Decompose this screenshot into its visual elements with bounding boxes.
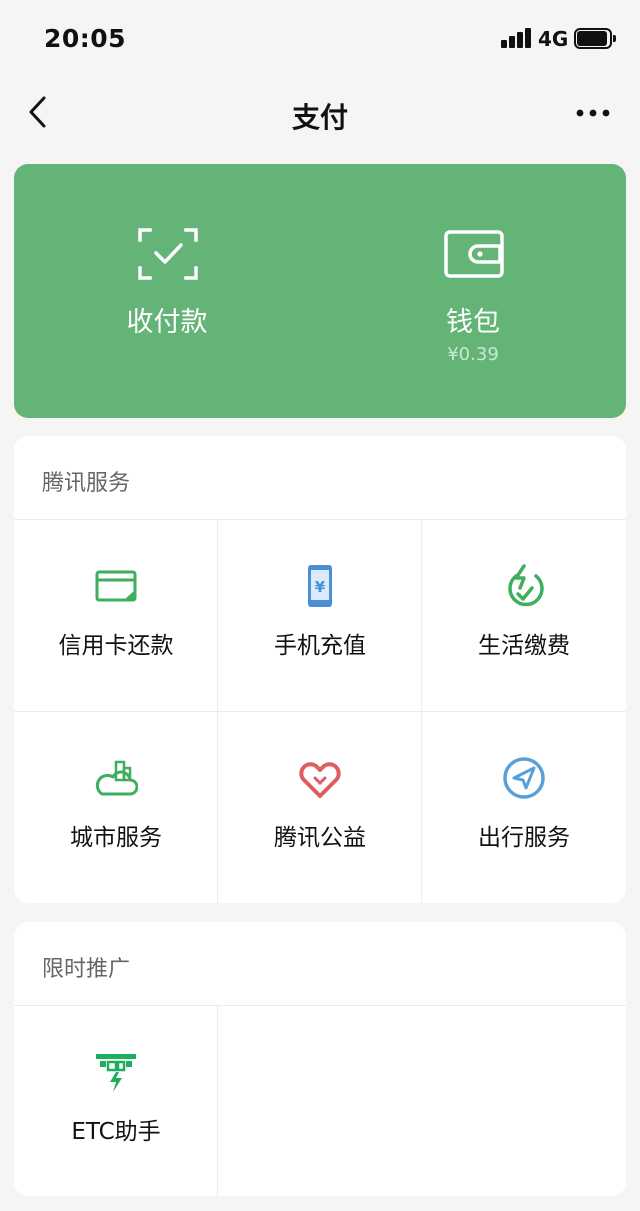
city-service-button[interactable]: 城市服务: [14, 712, 218, 903]
receive-pay-label: 收付款: [126, 307, 208, 338]
etc-assistant-button[interactable]: ETC助手: [14, 1006, 218, 1196]
mobile-topup-button[interactable]: ¥ 手机充值: [218, 520, 422, 712]
navigation-bar: 支付: [0, 78, 640, 150]
city-service-icon: [95, 760, 138, 796]
service-label: 生活缴费: [478, 633, 570, 659]
more-options-button[interactable]: [572, 96, 614, 130]
section-header: 限时推广: [14, 922, 626, 1006]
limited-promotion-card: 限时推广 ETC助手: [14, 922, 626, 1196]
svg-text:¥: ¥: [315, 578, 326, 596]
service-label: ETC助手: [71, 1119, 161, 1145]
pay-card: 收付款 钱包 ¥0.39: [14, 164, 626, 418]
section-title: 限时推广: [42, 957, 131, 982]
more-dots-icon: [576, 109, 610, 117]
wallet-balance: ¥0.39: [447, 344, 499, 365]
section-title: 腾讯服务: [42, 471, 131, 496]
travel-navigation-icon: [503, 757, 545, 799]
service-label: 腾讯公益: [274, 825, 366, 851]
credit-card-icon: [95, 570, 137, 602]
tencent-charity-button[interactable]: 腾讯公益: [218, 712, 422, 903]
receive-pay-button[interactable]: 收付款: [14, 164, 320, 418]
service-label: 出行服务: [478, 825, 570, 851]
status-time: 20:05: [44, 24, 127, 53]
payment-screen: 20:05 4G 支付 收付款 钱包 ¥0.39 腾讯服务 信用卡还款 ¥ 手机…: [0, 0, 640, 1211]
etc-toll-icon: [96, 1054, 136, 1092]
signal-strength-icon: [501, 28, 533, 48]
network-type: 4G: [538, 27, 569, 51]
wallet-button[interactable]: 钱包 ¥0.39: [320, 164, 626, 418]
battery-icon: [574, 28, 616, 49]
page-title: 支付: [291, 101, 348, 134]
credit-card-repay-button[interactable]: 信用卡还款: [14, 520, 218, 712]
utility-bill-icon: [508, 564, 544, 607]
travel-service-button[interactable]: 出行服务: [422, 712, 626, 903]
scan-check-icon: [138, 228, 198, 280]
tencent-services-card: 腾讯服务 信用卡还款 ¥ 手机充值 生活缴费 城市服务 腾讯公益 出行服务: [14, 436, 626, 903]
mobile-topup-icon: ¥: [308, 565, 332, 607]
wallet-label: 钱包: [446, 307, 500, 338]
service-label: 手机充值: [274, 633, 366, 659]
utility-bill-button[interactable]: 生活缴费: [422, 520, 626, 712]
status-bar: 20:05 4G: [0, 0, 640, 78]
charity-heart-icon: [299, 762, 341, 798]
wallet-icon: [444, 230, 504, 278]
service-label: 信用卡还款: [58, 633, 174, 659]
section-header: 腾讯服务: [14, 436, 626, 520]
service-label: 城市服务: [70, 825, 162, 851]
